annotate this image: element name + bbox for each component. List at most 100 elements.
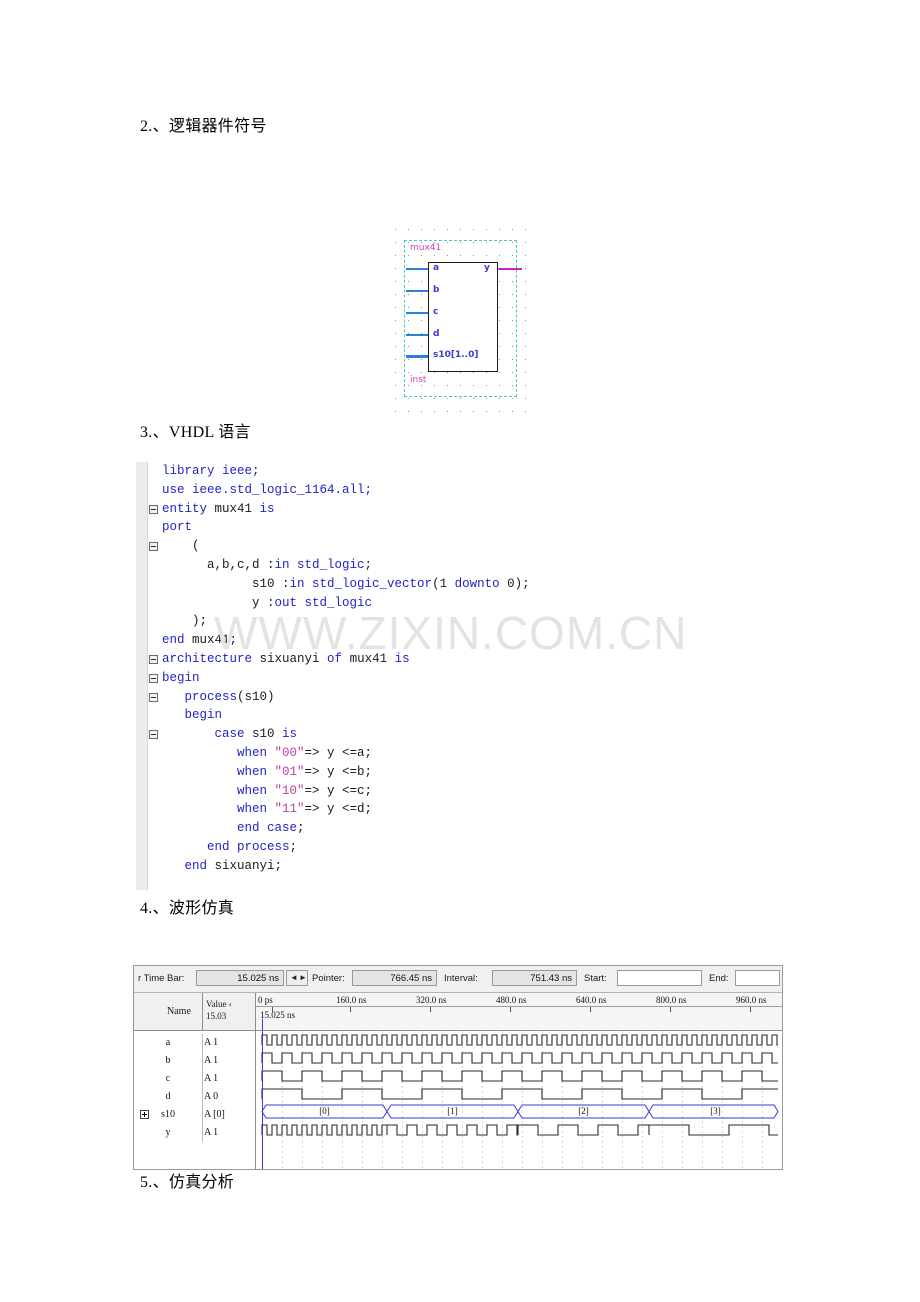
code-line: when "10"=> y <=c; — [162, 783, 373, 798]
code-line: when "00"=> y <=a; — [162, 745, 373, 760]
signal-row[interactable]: y A 1 — [134, 1124, 256, 1142]
pointer-label: Pointer: — [312, 973, 345, 984]
code-fold-toggle[interactable] — [149, 504, 158, 514]
column-divider — [202, 1124, 203, 1142]
name-column-header: Name — [167, 1006, 191, 1017]
signal-value: A 1 — [204, 1073, 219, 1084]
signal-name: y — [165, 1127, 171, 1138]
signal-name: s10 — [161, 1109, 175, 1120]
column-divider — [202, 1034, 203, 1052]
bus-segment: [0] — [262, 1105, 387, 1119]
code-lines: library ieee; use ieee.std_logic_1164.all… — [162, 462, 782, 876]
end-label: End: — [709, 973, 729, 984]
wire-input-b — [406, 290, 430, 292]
ruler-tick-label: 160.0 ns — [336, 995, 367, 1005]
signal-value: A 0 — [204, 1091, 219, 1102]
signal-row[interactable]: s10 A [0] — [134, 1106, 256, 1124]
schematic-symbol-mux41: mux41 a b c d s10[1..0] y inst — [387, 221, 537, 413]
value-column-header-line2: 15.03 — [206, 1011, 227, 1021]
ruler-tick-mark — [750, 1007, 751, 1012]
signal-row[interactable]: b A 1 — [134, 1052, 256, 1070]
value-column-header-line1: Value ‹ — [206, 999, 232, 1009]
code-line: library ieee; — [162, 464, 260, 478]
end-value[interactable] — [735, 970, 780, 986]
start-value[interactable] — [617, 970, 702, 986]
bus-segments — [261, 1104, 779, 1119]
signal-value: A 1 — [204, 1055, 219, 1066]
code-line: begin — [162, 708, 223, 723]
signal-row[interactable]: c A 1 — [134, 1070, 256, 1088]
signal-name: c — [165, 1073, 171, 1084]
code-fold-toggle[interactable] — [149, 655, 158, 664]
pointer-value[interactable]: 766.45 ns — [352, 970, 437, 986]
ruler-divider — [256, 1006, 782, 1007]
signal-value: A 1 — [204, 1037, 219, 1048]
schematic-block-title: mux41 — [410, 243, 442, 253]
ruler-tick-label: 0 ps — [258, 995, 273, 1005]
code-line: when "11"=> y <=d; — [162, 802, 373, 817]
bus-segment: [3] — [649, 1105, 782, 1119]
signal-name-column[interactable]: a A 1 b A 1 c A 1 d A 0 s10 A [0] y A 1 — [134, 1031, 256, 1169]
signal-row[interactable]: a A 1 — [134, 1034, 256, 1052]
bus-segment: [1] — [387, 1105, 518, 1119]
waveform-window: r Time Bar: 15.025 ns ◄ ► Pointer: 766.4… — [133, 965, 783, 1170]
ruler-tick-mark — [590, 1007, 591, 1012]
code-line: architecture sixuanyi of mux41 is — [162, 651, 410, 666]
section-heading-vhdl: 3.、VHDL 语言 — [140, 424, 251, 441]
ruler-tick-label: 960.0 ns — [736, 995, 767, 1005]
wire-input-c — [406, 312, 430, 314]
signal-row[interactable]: d A 0 — [134, 1088, 256, 1106]
code-fold-toggle[interactable] — [149, 692, 158, 702]
ruler-tick-label: 320.0 ns — [416, 995, 447, 1005]
interval-value[interactable]: 751.43 ns — [492, 970, 577, 986]
code-fold-toggle[interactable] — [149, 542, 158, 552]
start-label: Start: — [584, 973, 607, 984]
ruler-tick-mark — [430, 1007, 431, 1012]
wire-input-a — [406, 268, 430, 270]
code-line: port — [162, 520, 193, 535]
vhdl-code-block: library ieee; use ieee.std_logic_1164.all… — [136, 462, 784, 890]
code-line: end case; — [162, 821, 305, 836]
bus-segment-label: [1] — [447, 1106, 458, 1116]
cursor-time-label: 15.025 ns — [260, 1010, 296, 1020]
code-line: s10 :in std_logic_vector(1 downto 0); — [162, 576, 530, 591]
code-line: when "01"=> y <=b; — [162, 764, 373, 779]
stepper-right-icon[interactable]: ► — [299, 973, 307, 983]
pin-label-y: y — [484, 263, 490, 273]
code-line: a,b,c,d :in std_logic; — [162, 557, 373, 572]
code-line: case s10 is — [162, 727, 298, 742]
code-line: y :out std_logic — [162, 595, 373, 610]
signal-value: A [0] — [204, 1109, 225, 1120]
pin-label-b: b — [433, 285, 440, 295]
column-divider — [202, 1070, 203, 1088]
signal-value: A 1 — [204, 1127, 219, 1138]
column-divider — [202, 1088, 203, 1106]
bus-segment: [2] — [518, 1105, 649, 1119]
code-line: use ieee.std_logic_1164.all; — [162, 482, 373, 497]
ruler-tick-mark — [670, 1007, 671, 1012]
master-time-bar-value[interactable]: 15.025 ns — [196, 970, 284, 986]
code-line: begin — [162, 670, 200, 685]
wire-input-s10-bus — [406, 355, 430, 359]
code-fold-toggle[interactable] — [149, 730, 158, 740]
pin-label-a: a — [433, 263, 440, 273]
code-line: ); — [162, 614, 208, 629]
bus-segment-label: [2] — [578, 1106, 589, 1116]
column-divider — [202, 1052, 203, 1070]
time-bar-stepper[interactable]: ◄ ► — [286, 970, 308, 986]
pin-label-d: d — [433, 329, 440, 339]
pin-label-c: c — [433, 307, 439, 317]
signal-name: a — [165, 1037, 171, 1048]
code-fold-toggle[interactable] — [149, 673, 158, 683]
code-line: process(s10) — [162, 689, 275, 704]
section-heading-waveform: 4.、波形仿真 — [140, 900, 235, 917]
code-line: ( — [162, 539, 200, 554]
code-line: entity mux41 is — [162, 501, 275, 516]
ruler-tick-label: 480.0 ns — [496, 995, 527, 1005]
section-heading-analysis: 5.、仿真分析 — [140, 1174, 235, 1191]
time-ruler[interactable]: 0 ps 160.0 ns 320.0 ns 480.0 ns 640.0 ns 800.… — [256, 993, 782, 1031]
waveform-plot[interactable]: [0] [1] [2] [3] — [256, 1031, 782, 1169]
stepper-left-icon[interactable]: ◄ — [290, 973, 298, 983]
waveform-body: Name Value ‹ 15.03 a A 1 b A 1 c A 1 d A 0 s10 A … — [134, 993, 782, 1169]
time-cursor[interactable] — [262, 1031, 263, 1169]
